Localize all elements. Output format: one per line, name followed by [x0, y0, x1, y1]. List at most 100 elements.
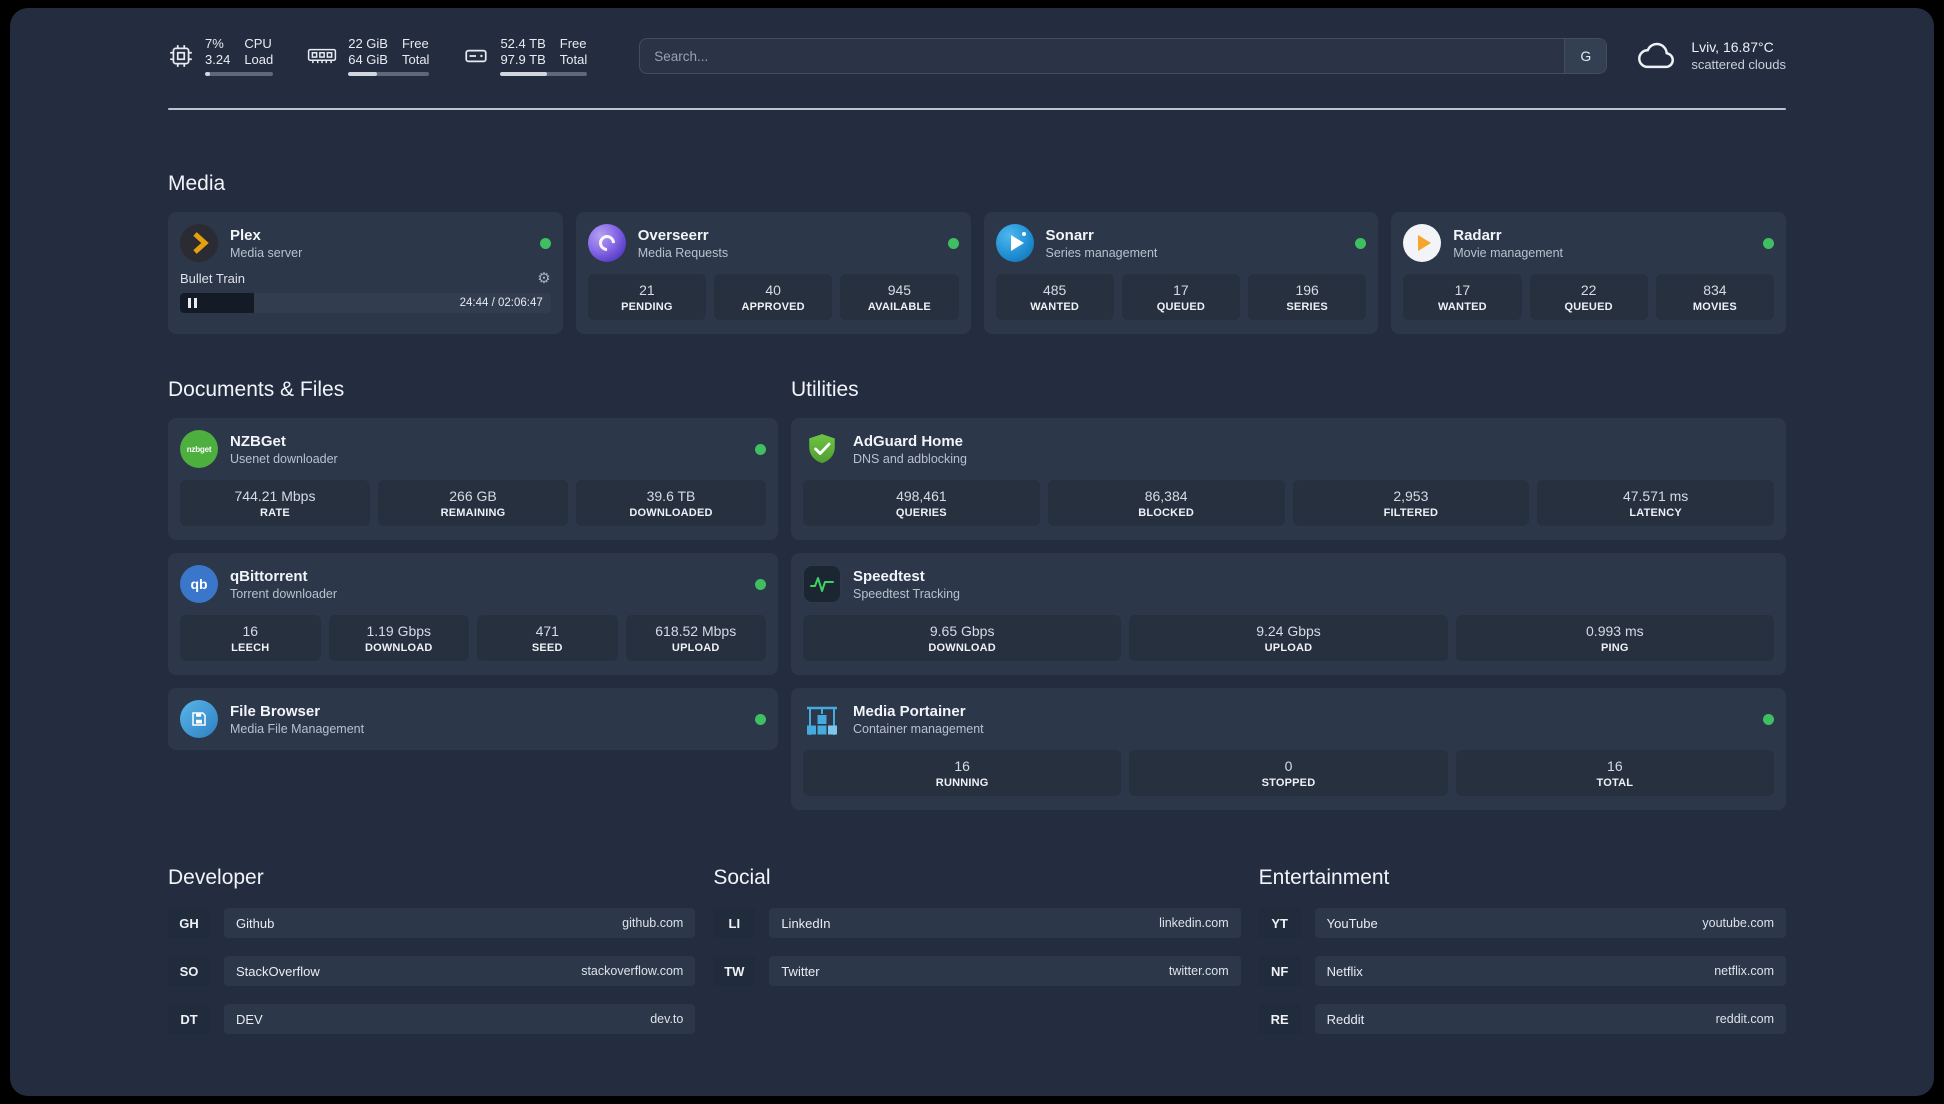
stat-upload: 9.24 Gbps UPLOAD: [1129, 615, 1448, 661]
stat-label: RUNNING: [935, 777, 989, 789]
sonarr-icon: [995, 224, 1034, 262]
search-input[interactable]: [640, 39, 1565, 73]
stat-rate: 744.21 Mbps RATE: [180, 480, 370, 526]
stat-queued: 22 QUEUED: [1529, 274, 1648, 320]
bookmark-link-dev[interactable]: DEV dev.to: [224, 1004, 696, 1034]
stat-label: WANTED: [1030, 301, 1080, 313]
player-elapsed-fill: [180, 293, 255, 313]
plex-card[interactable]: Plex Media server Bullet Train ⚙ 24:44 /…: [168, 212, 563, 334]
stat-label: UPLOAD: [1264, 642, 1313, 654]
cpu-progress-bar: [205, 71, 274, 76]
stat-label: SERIES: [1286, 301, 1328, 313]
status-dot: [947, 237, 959, 249]
stat-pending: 21 PENDING: [587, 274, 706, 320]
stat-value: 86,384: [1144, 488, 1188, 504]
overseerr-card[interactable]: Overseerr Media Requests 21 PENDING 40 A…: [575, 212, 971, 334]
bookmark-group-developer: Developer GH Github github.com SO StackO…: [168, 866, 696, 1034]
player-progress-bar[interactable]: 24:44 / 02:06:47: [180, 293, 551, 313]
speedtest-card[interactable]: Speedtest Speedtest Tracking 9.65 Gbps D…: [791, 553, 1786, 675]
bookmark-row-stackoverflow: SO StackOverflow stackoverflow.com: [168, 956, 696, 986]
stat-running: 16 RUNNING: [803, 750, 1122, 796]
card-title: Sonarr: [1045, 226, 1094, 244]
qbittorrent-icon: qb: [180, 565, 218, 603]
bookmark-link-twitter[interactable]: Twitter twitter.com: [769, 956, 1241, 986]
stat-queued: 17 QUEUED: [1121, 274, 1240, 320]
stat-label: AVAILABLE: [867, 301, 931, 313]
search-engine-button[interactable]: G: [1564, 39, 1607, 73]
stat-value: 39.6 TB: [646, 488, 696, 504]
bookmark-name: Netflix: [1326, 963, 1363, 979]
bookmark-name: Reddit: [1326, 1011, 1365, 1027]
nzbget-card[interactable]: nzbget NZBGet Usenet downloader 744.21 M…: [168, 418, 778, 540]
gear-icon[interactable]: ⚙: [537, 271, 550, 286]
card-subtitle: Media Requests: [637, 245, 729, 260]
stat-value: 47.571 ms: [1622, 488, 1689, 504]
bookmark-row-netflix: NF Netflix netflix.com: [1258, 956, 1786, 986]
portainer-card[interactable]: Media Portainer Container management 16 …: [791, 688, 1786, 810]
memory-total-value: 64 GiB: [348, 51, 388, 67]
bookmark-name: Twitter: [781, 963, 820, 979]
bookmark-url: netflix.com: [1714, 964, 1774, 978]
stat-value: 945: [887, 282, 912, 298]
bookmark-link-reddit[interactable]: Reddit reddit.com: [1314, 1004, 1786, 1034]
stat-series: 196 SERIES: [1248, 274, 1367, 320]
adguard-icon: [803, 430, 841, 468]
bookmark-abbr: YT: [1258, 908, 1301, 938]
stat-label: FILTERED: [1383, 507, 1439, 519]
radarr-card[interactable]: Radarr Movie management 17 WANTED 22 QUE…: [1391, 212, 1786, 334]
card-title: File Browser: [230, 702, 321, 720]
storage-total-value: 97.9 TB: [500, 51, 546, 67]
storage-free-label: Free: [559, 36, 587, 52]
cpu-load-label: Load: [244, 51, 274, 67]
stat-value: 9.24 Gbps: [1256, 623, 1321, 639]
sonarr-card[interactable]: Sonarr Series management 485 WANTED 17 Q…: [983, 212, 1379, 334]
card-subtitle: Series management: [1045, 245, 1158, 260]
filebrowser-icon: [180, 700, 218, 738]
radarr-icon: [1403, 224, 1442, 262]
storage-free-value: 52.4 TB: [500, 36, 546, 52]
bookmark-url: reddit.com: [1715, 1012, 1774, 1026]
status-dot: [1763, 237, 1774, 249]
stat-label: QUERIES: [895, 507, 947, 519]
stat-label: QUEUED: [1564, 301, 1613, 313]
bookmark-link-linkedin[interactable]: LinkedIn linkedin.com: [769, 908, 1241, 938]
bookmark-link-stackoverflow[interactable]: StackOverflow stackoverflow.com: [224, 956, 696, 986]
stat-label: LATENCY: [1629, 507, 1682, 519]
memory-total-label: Total: [401, 51, 430, 67]
pause-icon[interactable]: [188, 298, 197, 308]
weather-widget[interactable]: Lviv, 16.87°C scattered clouds: [1635, 39, 1786, 73]
card-subtitle: Usenet downloader: [230, 451, 338, 466]
bookmark-abbr: SO: [168, 956, 210, 986]
bookmark-abbr: NF: [1258, 956, 1301, 986]
memory-monitor: 22 GiB 64 GiB Free Total: [307, 36, 430, 76]
qbittorrent-card[interactable]: qb qBittorrent Torrent downloader 16 LEE…: [168, 553, 778, 675]
storage-progress-fill: [500, 71, 548, 76]
stat-downloaded: 39.6 TB DOWNLOADED: [576, 480, 766, 526]
stat-total: 16 TOTAL: [1455, 750, 1774, 796]
portainer-icon: [803, 700, 841, 738]
weather-location-temp: Lviv, 16.87°C: [1691, 39, 1774, 56]
bookmark-abbr: DT: [168, 1004, 210, 1034]
stat-value: 17: [1454, 282, 1471, 298]
weather-condition: scattered clouds: [1691, 56, 1786, 72]
bookmark-link-github[interactable]: Github github.com: [224, 908, 696, 938]
card-subtitle: Speedtest Tracking: [853, 586, 961, 601]
search-bar[interactable]: G: [639, 38, 1608, 74]
cpu-usage-value: 7%: [205, 36, 224, 52]
stat-download: 9.65 Gbps DOWNLOAD: [803, 615, 1122, 661]
bookmark-link-youtube[interactable]: YouTube youtube.com: [1314, 908, 1786, 938]
stat-value: 485: [1042, 282, 1067, 298]
bookmark-link-netflix[interactable]: Netflix netflix.com: [1314, 956, 1786, 986]
bookmark-row-linkedin: LI LinkedIn linkedin.com: [713, 908, 1241, 938]
stat-leech: 16 LEECH: [180, 615, 321, 661]
stat-label: STOPPED: [1261, 777, 1316, 789]
stat-label: BLOCKED: [1138, 507, 1195, 519]
stat-value: 16: [954, 758, 970, 774]
bookmark-url: linkedin.com: [1159, 916, 1229, 930]
adguard-card[interactable]: AdGuard Home DNS and adblocking 498,461 …: [791, 418, 1786, 540]
filebrowser-card[interactable]: File Browser Media File Management: [168, 688, 778, 750]
bookmark-row-youtube: YT YouTube youtube.com: [1258, 908, 1786, 938]
card-subtitle: DNS and adblocking: [853, 451, 967, 466]
status-dot: [539, 237, 551, 249]
section-title-entertainment: Entertainment: [1258, 866, 1390, 889]
